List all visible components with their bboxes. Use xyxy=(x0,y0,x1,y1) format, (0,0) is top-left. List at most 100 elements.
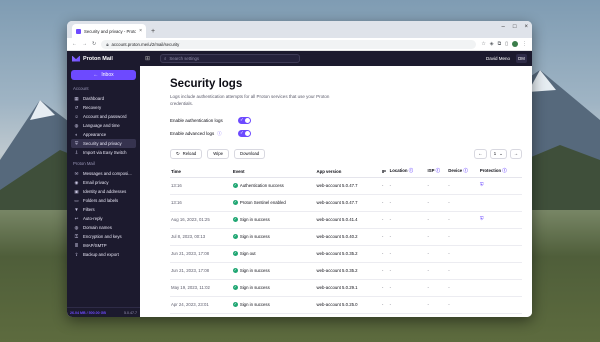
log-app-version: web-account 5.0.47.7 xyxy=(316,182,358,188)
app-switcher-icon[interactable]: ⊞ xyxy=(145,55,155,62)
info-icon[interactable]: ⓘ xyxy=(462,168,467,173)
url-text: account.proton.me/u/2/mail/security xyxy=(111,41,180,47)
star-icon[interactable]: ☆ xyxy=(481,41,485,47)
log-time-cell: Jun 21, 2023, 17:08 xyxy=(170,262,232,280)
tab-title: Security and privacy - Proton Ac xyxy=(84,28,136,34)
log-ip: - xyxy=(381,250,384,256)
next-page-button[interactable]: → xyxy=(509,148,522,159)
sidebar-item-account-and-password[interactable]: ☺ Account and password xyxy=(71,112,136,121)
info-icon[interactable]: ⓘ xyxy=(408,168,413,173)
log-app-version: web-account 5.0.35.2 xyxy=(316,250,358,256)
proton-mail-logo[interactable]: Proton Mail xyxy=(72,55,140,62)
sidebar-item-folders-and-labels[interactable]: ▭ Folders and labels xyxy=(71,196,136,205)
page-select[interactable]: 1 ⌄ xyxy=(489,148,507,159)
app-main: ← Inbox Account ▦ Dashboard ↺ Recovery ☺ Accou… xyxy=(67,66,532,317)
extension-icon[interactable]: ◈ xyxy=(490,41,494,47)
sidebar-item-language-and-time[interactable]: ◍ Language and time xyxy=(71,121,136,130)
prev-page-button[interactable]: ← xyxy=(474,148,487,159)
sidebar-item-messages-and-composi[interactable]: ✉ Messages and composi... xyxy=(71,169,136,178)
sidebar-item-backup-and-export[interactable]: ⇪ Backup and export xyxy=(71,250,136,259)
log-app-version: web-account 5.0.29.1 xyxy=(316,284,358,290)
sidebar-item-label: Language and time xyxy=(83,123,120,128)
chevron-down-icon: ⌄ xyxy=(499,150,503,156)
table-row: Jun 21, 2023, 17:08 ✓ Sign in success web-a… xyxy=(170,262,522,280)
reload-icon[interactable]: ↻ xyxy=(92,41,96,47)
sidebar-item-label: Identity and addresses xyxy=(83,189,127,194)
sidebar-item-security-and-privacy[interactable]: ⛨ Security and privacy xyxy=(71,139,136,148)
log-isp-cell: - xyxy=(426,194,448,212)
globe-icon: ◍ xyxy=(74,122,79,128)
sidebar-item-label: Import via Easy Switch xyxy=(83,150,127,155)
column-header: Time xyxy=(170,166,232,178)
info-icon[interactable]: ⓘ xyxy=(217,131,221,137)
sidebar-item-label: Email privacy xyxy=(83,180,109,185)
log-isp: - xyxy=(427,233,429,239)
check-icon: ✓ xyxy=(240,130,244,135)
user-initials-avatar[interactable]: DM xyxy=(516,54,527,63)
log-time: Jul 8, 2023, 00:13 xyxy=(171,233,206,239)
event-wrapper: ✓ Sign in success xyxy=(232,285,316,290)
log-time-cell: May 19, 2023, 11:02 xyxy=(170,279,232,297)
sidebar-item-domain-names[interactable]: ◍ Domain names xyxy=(71,223,136,232)
sidebar-item-auto-reply[interactable]: ↩ Auto-reply xyxy=(71,214,136,223)
back-icon[interactable]: ← xyxy=(72,41,77,47)
table-row: Apr 24, 2023, 23:01 ✓ Sign in success web-a… xyxy=(170,296,522,314)
log-app-version: web-account 5.0.40.2 xyxy=(316,233,358,239)
advanced-logs-toggle[interactable]: ✓ xyxy=(238,130,251,137)
close-window-icon[interactable]: × xyxy=(524,24,528,30)
sidebar-item-recovery[interactable]: ↺ Recovery xyxy=(71,103,136,112)
auth-logs-toggle[interactable]: ✓ xyxy=(238,117,251,124)
log-actions: ↻ Reload Wipe Download ← 1 ⌄ → xyxy=(170,148,522,159)
sidebar-item-label: Dashboard xyxy=(83,96,105,101)
storage-footer: 26.04 MB / 500.00 GB 5.0.47.7 xyxy=(67,307,140,317)
log-location: - xyxy=(389,301,392,307)
maximize-icon[interactable]: □ xyxy=(513,24,517,30)
url-field[interactable]: 🔒︎ account.proton.me/u/2/mail/security xyxy=(101,39,477,49)
new-tab-button[interactable]: + xyxy=(151,28,155,35)
table-row: 13:16 ✓ Authentication success web-account … xyxy=(170,177,522,195)
more-menu-icon[interactable]: ⋮ xyxy=(522,41,527,47)
info-icon[interactable]: ⓘ xyxy=(501,168,506,173)
puzzle-icon[interactable]: ⧉ xyxy=(498,41,502,47)
user-name: David Meno xyxy=(485,56,510,61)
sidebar-item-label: Domain names xyxy=(83,225,112,230)
settings-search-input[interactable]: ⌕ Search settings xyxy=(160,54,300,63)
log-device: - xyxy=(448,233,450,239)
sidebar-item-dashboard[interactable]: ▦ Dashboard xyxy=(71,94,136,103)
log-device: - xyxy=(448,199,450,205)
browser-window: Security and privacy - Proton Ac × + – □… xyxy=(67,21,532,317)
sidebar-item-identity-and-addresses[interactable]: ▣ Identity and addresses xyxy=(71,187,136,196)
minimize-icon[interactable]: – xyxy=(502,24,505,30)
success-check-icon: ✓ xyxy=(232,233,238,239)
log-protection-cell xyxy=(478,296,522,314)
log-location-cell: - xyxy=(388,296,427,314)
sidebar-item-imap-smtp[interactable]: ≣ IMAP/SMTP xyxy=(71,241,136,250)
profile-avatar[interactable] xyxy=(512,41,518,47)
log-protection-cell xyxy=(478,194,522,212)
sidebar-item-filters[interactable]: ▼ Filters xyxy=(71,205,136,214)
log-isp-cell: - xyxy=(426,262,448,280)
table-row: 13:16 ✓ Proton Sentinel enabled web-account… xyxy=(170,194,522,212)
log-device-cell: - xyxy=(447,211,479,229)
download-button[interactable]: Download xyxy=(234,148,266,159)
log-location-cell: - xyxy=(388,228,427,246)
sidebar-item-appearance[interactable]: ◐ Appearance xyxy=(71,130,136,139)
reload-button[interactable]: ↻ Reload xyxy=(170,148,203,159)
wipe-button[interactable]: Wipe xyxy=(207,148,230,159)
log-app-version-cell: web-account 5.0.41.4 xyxy=(315,211,381,229)
sidebar-item-encryption-and-keys[interactable]: ⚿ Encryption and keys xyxy=(71,232,136,241)
log-time: Jun 21, 2023, 17:08 xyxy=(171,267,209,273)
column-header: IP xyxy=(380,166,389,178)
close-tab-icon[interactable]: × xyxy=(139,28,142,34)
forward-icon[interactable]: → xyxy=(82,41,87,47)
sidebar-toggle-icon[interactable]: ▯ xyxy=(505,41,508,47)
user-menu[interactable]: David Meno DM xyxy=(486,54,527,63)
sidebar-item-email-privacy[interactable]: ◉ Email privacy xyxy=(71,178,136,187)
info-icon[interactable]: ⓘ xyxy=(434,168,440,173)
browser-tab[interactable]: Security and privacy - Proton Ac × xyxy=(72,24,146,38)
inbox-button[interactable]: ← Inbox xyxy=(71,70,136,80)
log-protection-cell xyxy=(478,228,522,246)
sidebar-item-import-via-easy-switch[interactable]: ⇩ Import via Easy Switch xyxy=(71,148,136,157)
advanced-logs-label: Enable advanced logs ⓘ xyxy=(170,131,238,137)
settings-content: Security logs Logs include authenticatio… xyxy=(140,66,532,317)
